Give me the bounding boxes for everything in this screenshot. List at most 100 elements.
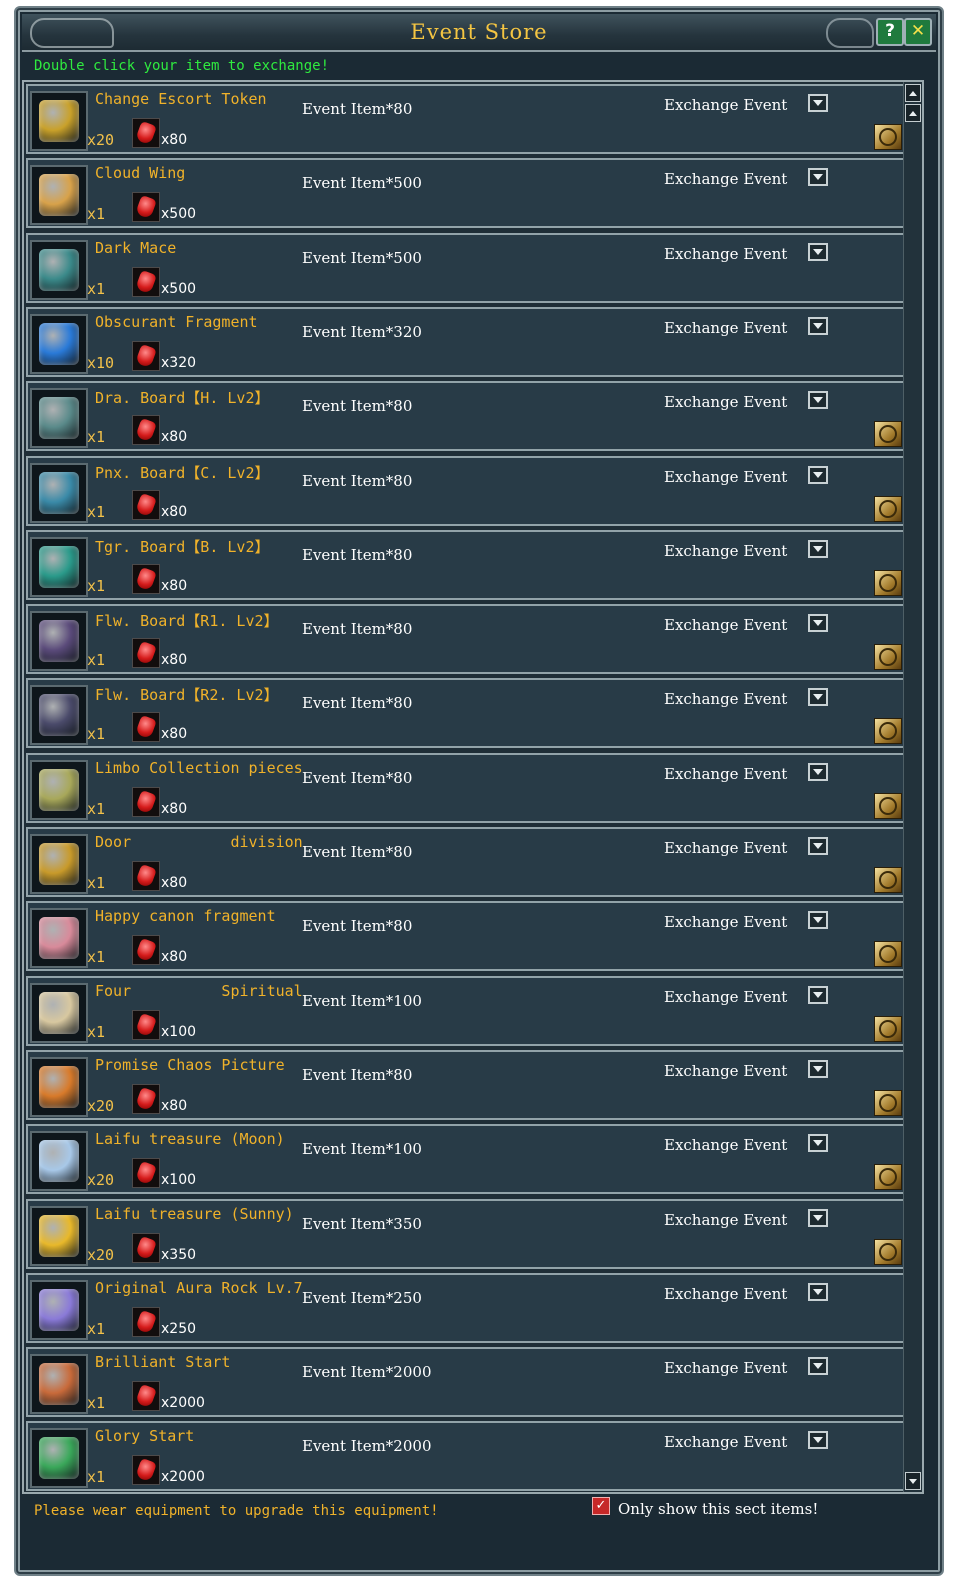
item-name: Obscurant Fragment bbox=[95, 312, 258, 331]
escort-token-icon[interactable] bbox=[30, 91, 88, 151]
item-row[interactable]: Limbo Collection pieces x1 x80 Event Item*8… bbox=[26, 752, 910, 823]
dragon-board-icon[interactable] bbox=[30, 388, 88, 449]
item-glyph bbox=[39, 1140, 79, 1183]
upgrade-icon bbox=[879, 945, 897, 964]
title-bar[interactable]: Event Store ? ✕ bbox=[22, 14, 936, 52]
event-item-icon bbox=[132, 1306, 160, 1337]
exchange-dropdown-button[interactable] bbox=[808, 242, 828, 261]
glory-ring-icon[interactable] bbox=[30, 1428, 88, 1489]
item-price: Event Item*80 bbox=[302, 1065, 413, 1084]
exchange-dropdown-button[interactable] bbox=[808, 911, 828, 930]
exchange-dropdown-button[interactable] bbox=[808, 1431, 828, 1450]
exchange-dropdown-button[interactable] bbox=[808, 1208, 828, 1227]
item-row[interactable]: Laifu treasure (Sunny) x20 x350 Event Item*… bbox=[26, 1198, 910, 1269]
item-name: Tgr. Board【B. Lv2】 bbox=[95, 537, 270, 556]
cost-quantity: x80 bbox=[161, 949, 188, 966]
item-row[interactable]: Dra. Board【H. Lv2】 x1 x80 Event Item*80 Exch… bbox=[26, 381, 910, 452]
scrollbar[interactable] bbox=[903, 82, 922, 1492]
red-gem-icon bbox=[135, 640, 157, 666]
event-item-icon bbox=[132, 563, 160, 594]
item-price: Event Item*500 bbox=[302, 248, 422, 267]
chevron-down-icon bbox=[813, 1140, 823, 1147]
aura-rock-icon[interactable] bbox=[30, 1279, 88, 1340]
exchange-dropdown-button[interactable] bbox=[808, 762, 828, 781]
chevron-down-icon bbox=[813, 694, 823, 701]
exchange-dropdown-button[interactable] bbox=[808, 391, 828, 410]
upgrade-button[interactable] bbox=[874, 495, 902, 522]
blue-crystal-icon[interactable] bbox=[30, 313, 88, 374]
upgrade-button[interactable] bbox=[874, 941, 902, 968]
exchange-dropdown-button[interactable] bbox=[808, 985, 828, 1004]
exchange-dropdown-button[interactable] bbox=[808, 465, 828, 484]
sect-filter-label[interactable]: Only show this sect items! bbox=[618, 1500, 818, 1518]
flower-board-icon[interactable] bbox=[30, 685, 88, 746]
cost-quantity: x80 bbox=[161, 800, 188, 817]
item-row[interactable]: Glory Start x1 x2000 Event Item*2000 Exchang… bbox=[26, 1421, 910, 1492]
item-row[interactable]: Pnx. Board【C. Lv2】 x1 x80 Event Item*80 Exch… bbox=[26, 455, 910, 526]
help-button[interactable]: ? bbox=[876, 18, 904, 46]
phoenix-board-icon[interactable] bbox=[30, 462, 88, 523]
event-item-icon bbox=[132, 935, 160, 966]
item-row[interactable]: Door division x1 x80 Event Item*80 Exchange … bbox=[26, 827, 910, 897]
exchange-dropdown-button[interactable] bbox=[808, 614, 828, 633]
item-row[interactable]: Four Spiritual x1 x100 Event Item*100 Exchan… bbox=[26, 975, 910, 1046]
exchange-dropdown-button[interactable] bbox=[808, 94, 828, 112]
item-row[interactable]: Brilliant Start x1 x2000 Event Item*2000 Exc… bbox=[26, 1347, 910, 1418]
close-button[interactable]: ✕ bbox=[904, 18, 932, 46]
upgrade-button[interactable] bbox=[874, 1238, 902, 1265]
item-price: Event Item*80 bbox=[302, 471, 413, 490]
upgrade-button[interactable] bbox=[874, 569, 902, 596]
upgrade-button[interactable] bbox=[874, 1164, 902, 1191]
flower-board-icon[interactable] bbox=[30, 611, 88, 672]
sect-filter-checkbox[interactable]: ✓ bbox=[592, 1497, 610, 1515]
exchange-dropdown-button[interactable] bbox=[808, 316, 828, 335]
chevron-down-icon bbox=[813, 991, 823, 998]
event-item-icon bbox=[132, 638, 160, 669]
item-price: Event Item*100 bbox=[302, 991, 422, 1010]
collection-pieces-icon[interactable] bbox=[30, 759, 88, 820]
item-row[interactable]: Obscurant Fragment x10 x320 Event Item*320 E… bbox=[26, 306, 910, 377]
upgrade-button[interactable] bbox=[874, 1015, 902, 1042]
upgrade-button[interactable] bbox=[874, 792, 902, 819]
item-row[interactable]: Change Escort Token x20 x80 Event Item*80 Ex… bbox=[26, 84, 910, 154]
item-row[interactable]: Flw. Board【R1. Lv2】 x1 x80 Event Item*80 Exc… bbox=[26, 604, 910, 675]
exchange-dropdown-button[interactable] bbox=[808, 168, 828, 187]
item-row[interactable]: Promise Chaos Picture x20 x80 Event Item*80… bbox=[26, 1049, 910, 1120]
exchange-dropdown-button[interactable] bbox=[808, 1357, 828, 1376]
upgrade-button[interactable] bbox=[874, 1089, 902, 1116]
exchange-dropdown-button[interactable] bbox=[808, 1059, 828, 1078]
scroll-down-button[interactable] bbox=[905, 1472, 921, 1490]
item-row[interactable]: Dark Mace x1 x500 Event Item*500 Exchange Ev… bbox=[26, 232, 910, 303]
item-glyph bbox=[39, 620, 79, 663]
item-row[interactable]: Flw. Board【R2. Lv2】 x1 x80 Event Item*80 Exc… bbox=[26, 678, 910, 749]
canon-fragment-icon[interactable] bbox=[30, 908, 88, 969]
item-row[interactable]: Original Aura Rock Lv.7 x1 x250 Event Item*… bbox=[26, 1272, 910, 1343]
upgrade-button[interactable] bbox=[874, 421, 902, 448]
exchange-dropdown-button[interactable] bbox=[808, 688, 828, 707]
moon-scroll-icon[interactable] bbox=[30, 1131, 88, 1192]
exchange-dropdown-button[interactable] bbox=[808, 1134, 828, 1153]
upgrade-button[interactable] bbox=[874, 644, 902, 671]
upgrade-button[interactable] bbox=[874, 124, 902, 150]
upgrade-button[interactable] bbox=[874, 718, 902, 745]
sunny-scroll-icon[interactable] bbox=[30, 1205, 88, 1266]
exchange-dropdown-button[interactable] bbox=[808, 1282, 828, 1301]
chaos-picture-icon[interactable] bbox=[30, 1056, 88, 1117]
cloud-wing-icon[interactable] bbox=[30, 165, 88, 226]
item-row[interactable]: Laifu treasure (Moon) x20 x100 Event Item*1… bbox=[26, 1124, 910, 1195]
item-row[interactable]: Cloud Wing x1 x500 Event Item*500 Exchange E… bbox=[26, 158, 910, 229]
tiger-board-icon[interactable] bbox=[30, 536, 88, 597]
door-scroll-icon[interactable] bbox=[30, 834, 88, 894]
spiritual-scroll-icon[interactable] bbox=[30, 982, 88, 1043]
exchange-dropdown-button[interactable] bbox=[808, 539, 828, 558]
dark-mace-icon[interactable] bbox=[30, 239, 88, 300]
brilliant-ring-icon[interactable] bbox=[30, 1354, 88, 1415]
cost-quantity: x2000 bbox=[161, 1395, 205, 1412]
upgrade-button[interactable] bbox=[874, 867, 902, 893]
item-glyph bbox=[39, 471, 79, 514]
item-row[interactable]: Happy canon fragment x1 x80 Event Item*80 Ex… bbox=[26, 901, 910, 972]
item-row[interactable]: Tgr. Board【B. Lv2】 x1 x80 Event Item*80 Exch… bbox=[26, 529, 910, 600]
exchange-dropdown-button[interactable] bbox=[808, 837, 828, 855]
scroll-thumb[interactable] bbox=[905, 104, 921, 122]
scroll-up-button[interactable] bbox=[905, 84, 921, 102]
